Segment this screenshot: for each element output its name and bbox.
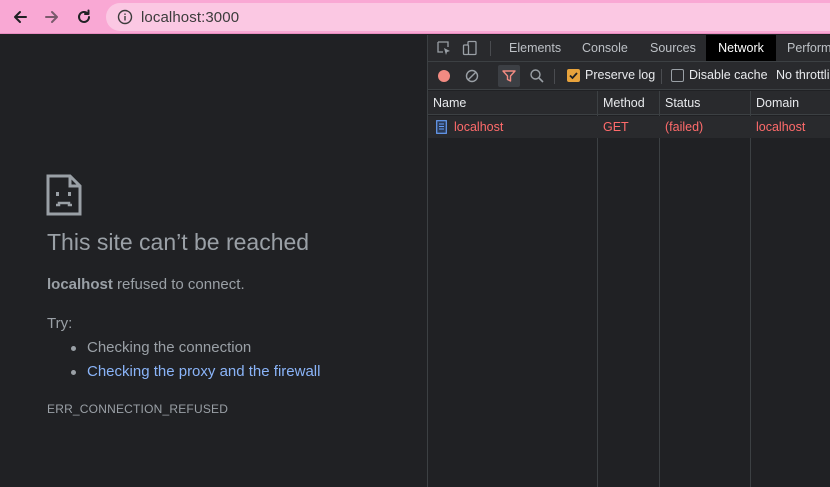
toolbar-divider xyxy=(661,69,662,84)
column-name[interactable]: Name xyxy=(428,91,466,115)
tab-performance[interactable]: Perform xyxy=(781,35,830,61)
sad-document-icon xyxy=(46,174,82,216)
preserve-log-label[interactable]: Preserve log xyxy=(585,68,655,82)
network-toolbar: Preserve log Disable cache No throttlin xyxy=(428,62,830,90)
try-label: Try: xyxy=(47,315,73,332)
error-message-text: refused to connect. xyxy=(112,276,245,293)
checkmark-icon xyxy=(569,72,578,80)
tab-elements[interactable]: Elements xyxy=(503,35,567,61)
forward-button[interactable] xyxy=(40,5,64,29)
reload-icon xyxy=(78,9,90,23)
preserve-log-checkbox[interactable] xyxy=(567,69,580,82)
tab-console[interactable]: Console xyxy=(576,35,634,61)
error-host: localhost xyxy=(47,276,113,293)
arrow-left-icon xyxy=(14,11,27,23)
suggestion-check-connection: Checking the connection xyxy=(70,339,252,356)
arrow-right-icon xyxy=(45,11,58,23)
disable-cache-checkbox[interactable] xyxy=(671,69,684,82)
document-icon xyxy=(436,120,447,134)
disable-cache-label[interactable]: Disable cache xyxy=(689,68,768,82)
network-table-header: Name Method Status Domain xyxy=(428,91,830,115)
address-bar[interactable]: localhost:3000 xyxy=(106,3,830,31)
reload-button[interactable] xyxy=(72,5,96,29)
row-method: GET xyxy=(603,120,629,134)
row-status: (failed) xyxy=(665,120,704,134)
inspect-element-icon[interactable] xyxy=(436,40,452,56)
row-domain: localhost xyxy=(756,120,806,134)
back-button[interactable] xyxy=(8,5,32,29)
column-divider[interactable] xyxy=(750,91,751,487)
tab-network[interactable]: Network xyxy=(706,35,776,61)
filter-icon xyxy=(502,70,516,82)
error-code: ERR_CONNECTION_REFUSED xyxy=(47,402,229,416)
search-icon[interactable] xyxy=(529,68,545,84)
url-text[interactable]: localhost:3000 xyxy=(141,9,239,26)
clear-icon[interactable] xyxy=(464,68,480,84)
row-name: localhost xyxy=(454,120,504,134)
toolbar-divider xyxy=(554,69,555,84)
browser-toolbar: localhost:3000 xyxy=(0,0,830,34)
tab-divider xyxy=(490,41,491,56)
column-domain[interactable]: Domain xyxy=(751,91,799,115)
column-divider[interactable] xyxy=(659,91,660,487)
error-message: localhost refused to connect. xyxy=(47,276,245,293)
devtools-panel: Elements Console Sources Network Perform xyxy=(427,35,830,487)
column-status[interactable]: Status xyxy=(660,91,700,115)
tab-sources[interactable]: Sources xyxy=(644,35,702,61)
column-divider[interactable] xyxy=(597,91,598,487)
column-method[interactable]: Method xyxy=(598,91,645,115)
error-page xyxy=(0,35,427,487)
throttling-dropdown[interactable]: No throttlin xyxy=(776,68,830,82)
devtools-tab-bar: Elements Console Sources Network Perform xyxy=(428,35,830,62)
error-title: This site can’t be reached xyxy=(47,229,310,255)
info-icon[interactable] xyxy=(117,9,133,25)
device-toolbar-icon[interactable] xyxy=(462,40,478,56)
table-row[interactable]: localhost GET (failed) localhost xyxy=(428,116,830,138)
suggestion-check-proxy-link[interactable]: Checking the proxy and the firewall xyxy=(70,363,320,380)
record-icon[interactable] xyxy=(436,68,452,84)
filter-button[interactable] xyxy=(498,65,520,87)
